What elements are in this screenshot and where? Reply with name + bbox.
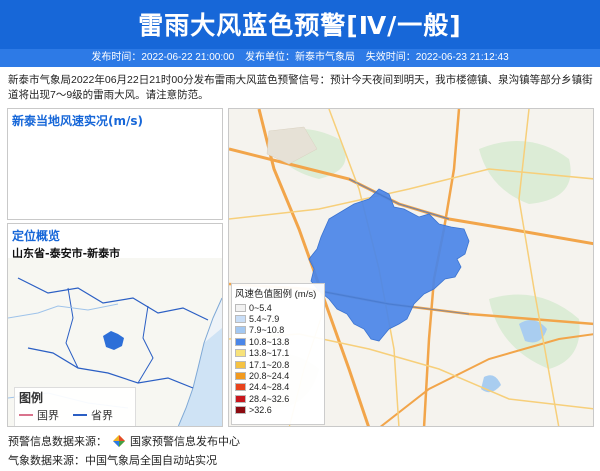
wind-legend-item: >32.6 xyxy=(232,405,324,416)
national-border-label: 国界 xyxy=(37,409,59,422)
overview-legend-row: 国界 省界 xyxy=(15,407,135,423)
national-border-swatch xyxy=(19,414,33,416)
wind-legend-label: 28.4~32.6 xyxy=(249,393,290,404)
wind-legend-item: 28.4~32.6 xyxy=(232,393,324,404)
province-border-swatch xyxy=(73,414,87,416)
wind-legend-item: 17.1~20.8 xyxy=(232,359,324,370)
wind-legend-label: 17.1~20.8 xyxy=(249,359,290,370)
warning-meta: 发布时间：2022-06-22 21:00:00 发布单位：新泰市气象局 失效时… xyxy=(0,49,600,67)
wind-legend-swatch xyxy=(235,315,246,324)
wind-legend-item: 10.8~13.8 xyxy=(232,336,324,347)
warning-source-org: 国家预警信息发布中心 xyxy=(130,435,240,448)
wind-legend-swatch xyxy=(235,337,246,346)
wind-legend-rows: 0~5.4 5.4~7.9 7.9~10.8 10.8~13.8 13.8~17.1 17… xyxy=(232,302,324,416)
wind-speed-legend: 风速色值图例 (m/s) 0~5.4 5.4~7.9 7.9~10.8 10.8~13… xyxy=(231,283,325,425)
wind-legend-item: 20.8~24.4 xyxy=(232,370,324,381)
warning-title: 雷雨大风蓝色预警[Ⅳ/一般] xyxy=(138,11,462,40)
wind-legend-label: 0~5.4 xyxy=(249,302,272,313)
cma-warning-logo-icon xyxy=(112,435,125,447)
wind-legend-label: 24.4~28.4 xyxy=(249,382,290,393)
location-panel: 定位概览 山东省-泰安市-新泰市 图例 国界 省界 xyxy=(7,223,223,427)
wind-speed-title: 新泰当地风速实况(m/s) xyxy=(12,114,143,128)
overview-legend-title: 图例 xyxy=(19,391,44,405)
wind-speed-panel: 新泰当地风速实况(m/s) xyxy=(7,108,223,220)
issuer: 发布单位：新泰市气象局 xyxy=(245,52,355,63)
wind-legend-swatch xyxy=(235,326,246,335)
wind-legend-label: 10.8~13.8 xyxy=(249,336,290,347)
wind-legend-label: >32.6 xyxy=(249,405,272,416)
wind-legend-item: 5.4~7.9 xyxy=(232,313,324,324)
expire-time: 失效时间：2022-06-23 21:12:43 xyxy=(365,52,509,63)
warning-source-label: 预警信息数据来源： xyxy=(8,435,107,448)
wind-legend-label: 7.9~10.8 xyxy=(249,325,285,336)
warning-header: 雷雨大风蓝色预警[Ⅳ/一般] 发布时间：2022-06-22 21:00:00 … xyxy=(0,0,600,67)
wind-legend-swatch xyxy=(235,394,246,403)
overview-legend: 图例 国界 省界 xyxy=(14,387,136,426)
weather-source-line: 气象数据来源：中国气象局全国自动站实况 xyxy=(8,454,217,467)
location-title: 定位概览 xyxy=(12,229,61,243)
wind-legend-swatch xyxy=(235,303,246,312)
warning-page: 雷雨大风蓝色预警[Ⅳ/一般] 发布时间：2022-06-22 21:00:00 … xyxy=(0,0,600,471)
warning-source-line: 预警信息数据来源： 国家预警信息发布中心 xyxy=(8,433,240,449)
wind-legend-swatch xyxy=(235,360,246,369)
wind-legend-item: 7.9~10.8 xyxy=(232,325,324,336)
wind-legend-title: 风速色值图例 (m/s) xyxy=(235,289,317,300)
wind-legend-label: 5.4~7.9 xyxy=(249,314,280,325)
wind-legend-label: 13.8~17.1 xyxy=(249,348,290,359)
warning-description: 新泰市气象局2022年06月22日21时00分发布雷雨大风蓝色预警信号：预计今天… xyxy=(8,74,593,101)
wind-legend-label: 20.8~24.4 xyxy=(249,371,290,382)
warning-area-map[interactable]: 风速色值图例 (m/s) 0~5.4 5.4~7.9 7.9~10.8 10.8~13… xyxy=(228,108,594,427)
wind-legend-item: 13.8~17.1 xyxy=(232,348,324,359)
issue-time: 发布时间：2022-06-22 21:00:00 xyxy=(91,52,235,63)
province-border-label: 省界 xyxy=(91,409,113,422)
wind-legend-swatch xyxy=(235,383,246,392)
wind-legend-item: 0~5.4 xyxy=(232,302,324,313)
wind-legend-swatch xyxy=(235,406,246,415)
wind-legend-item: 24.4~28.4 xyxy=(232,382,324,393)
wind-legend-swatch xyxy=(235,349,246,358)
wind-legend-swatch xyxy=(235,372,246,381)
